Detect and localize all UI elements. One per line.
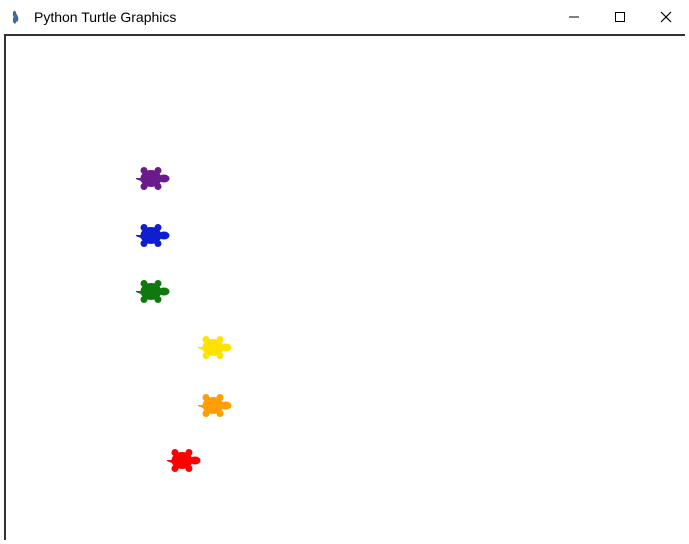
titlebar[interactable]: Python Turtle Graphics [0,0,689,34]
maximize-button[interactable] [597,0,643,34]
turtle-sprite [193,333,233,366]
turtle-sprite [193,391,233,424]
turtle-sprite [131,221,171,254]
turtle-sprite [162,446,202,479]
maximize-icon [614,11,626,23]
window-title: Python Turtle Graphics [34,9,551,25]
turtle-canvas [4,34,685,540]
close-button[interactable] [643,0,689,34]
app-icon [10,9,26,25]
app-window: Python Turtle Graphics [0,0,689,544]
turtle-sprite [131,277,171,310]
client-area [0,34,689,544]
minimize-icon [568,11,580,23]
minimize-button[interactable] [551,0,597,34]
window-controls [551,0,689,34]
close-icon [660,11,672,23]
turtle-sprite [131,164,171,197]
